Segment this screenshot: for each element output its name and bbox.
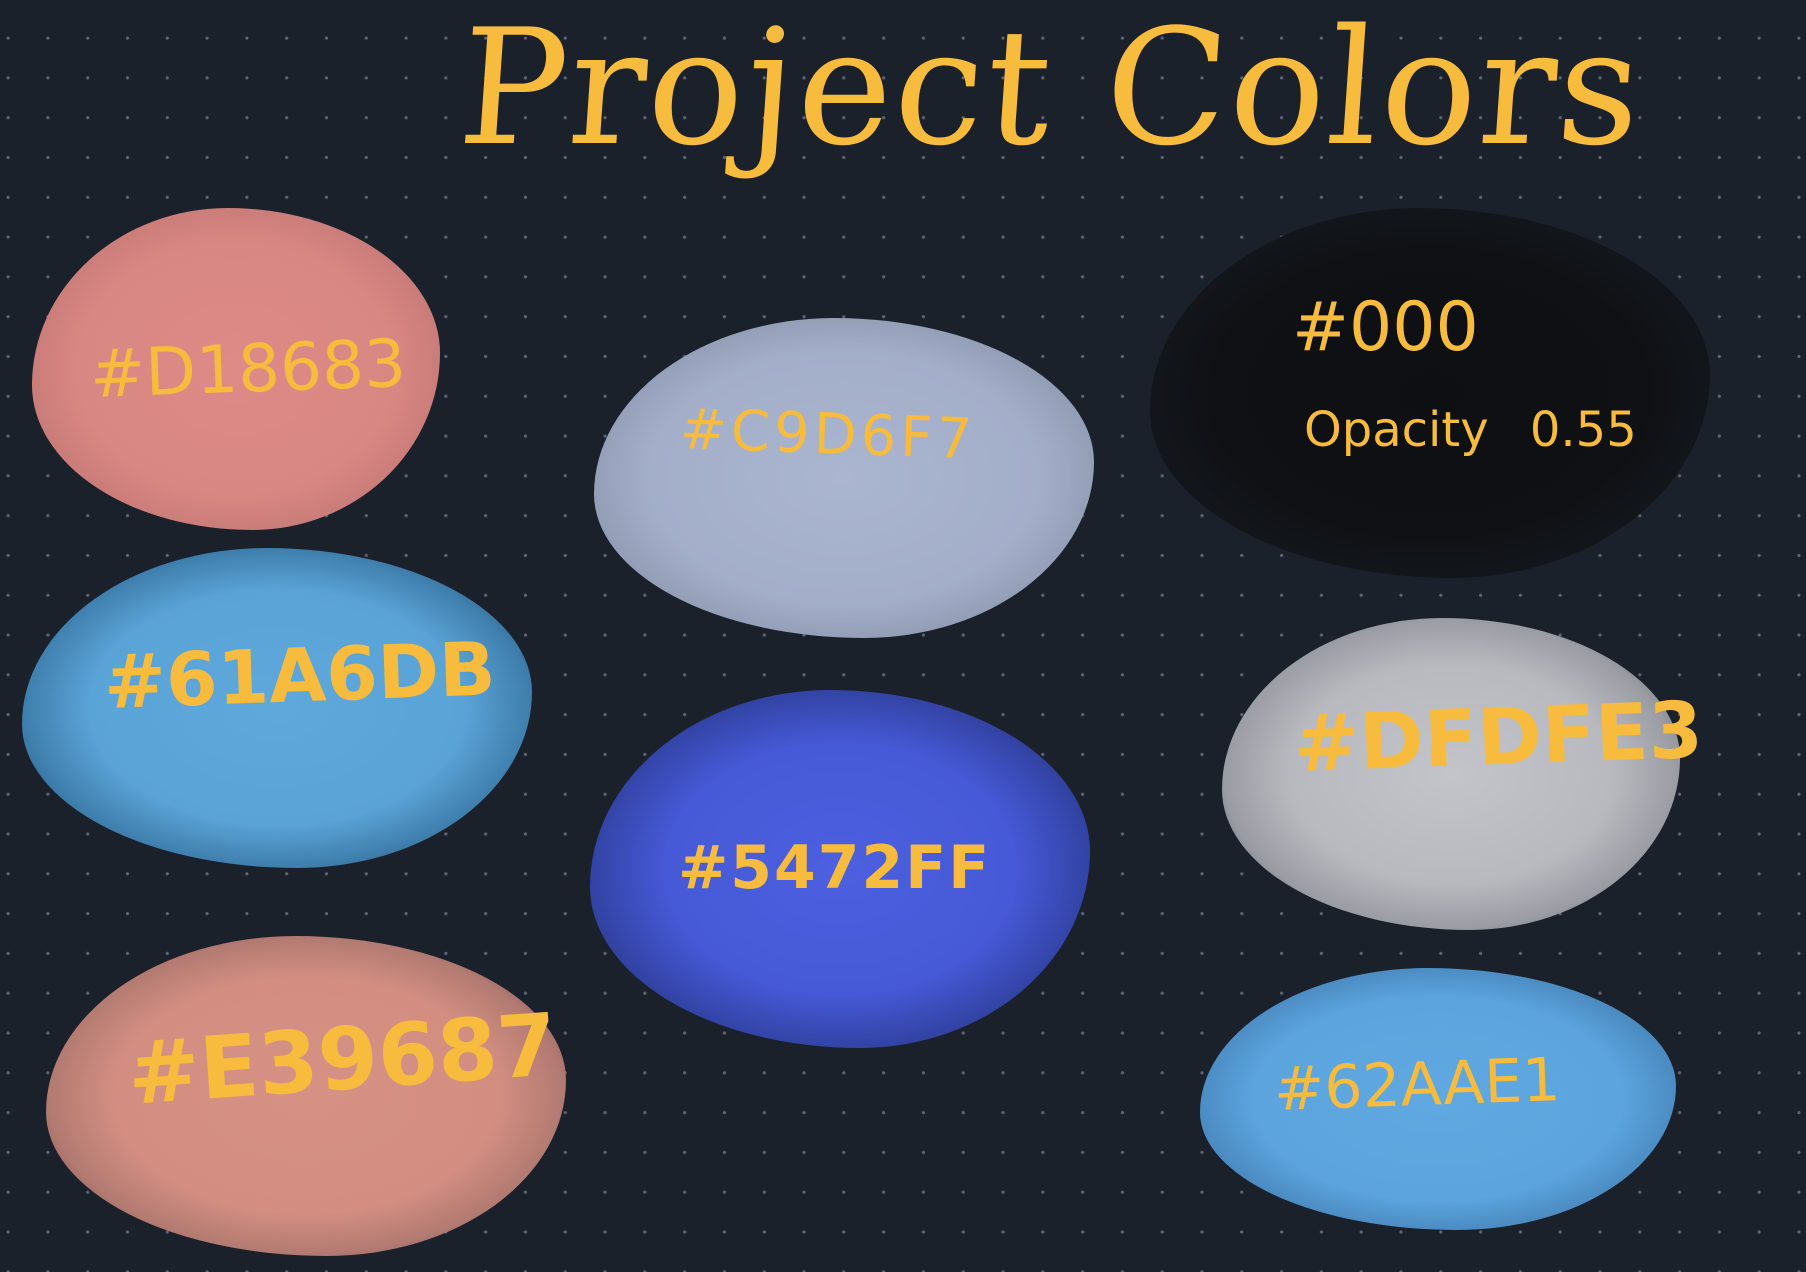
swatch-label-dfdfe3: #DFDFE3	[1292, 685, 1705, 790]
swatch-000	[1150, 208, 1710, 578]
swatch-label-5472ff: #5472FF	[678, 833, 992, 903]
swatch-label-61a6db: #61A6DB	[102, 626, 497, 726]
swatch-label-000: #000	[1292, 288, 1479, 367]
swatch-label-d18683: #D18683	[88, 324, 408, 413]
swatch-label-62aae1: #62AAE1	[1272, 1045, 1562, 1125]
swatch-label-c9d6f7: #C9D6F7	[678, 397, 978, 473]
swatch-c9d6f7	[594, 318, 1094, 638]
swatch-note-000: Opacity 0.55	[1304, 402, 1637, 458]
page-title: Project Colors	[453, 0, 1649, 181]
